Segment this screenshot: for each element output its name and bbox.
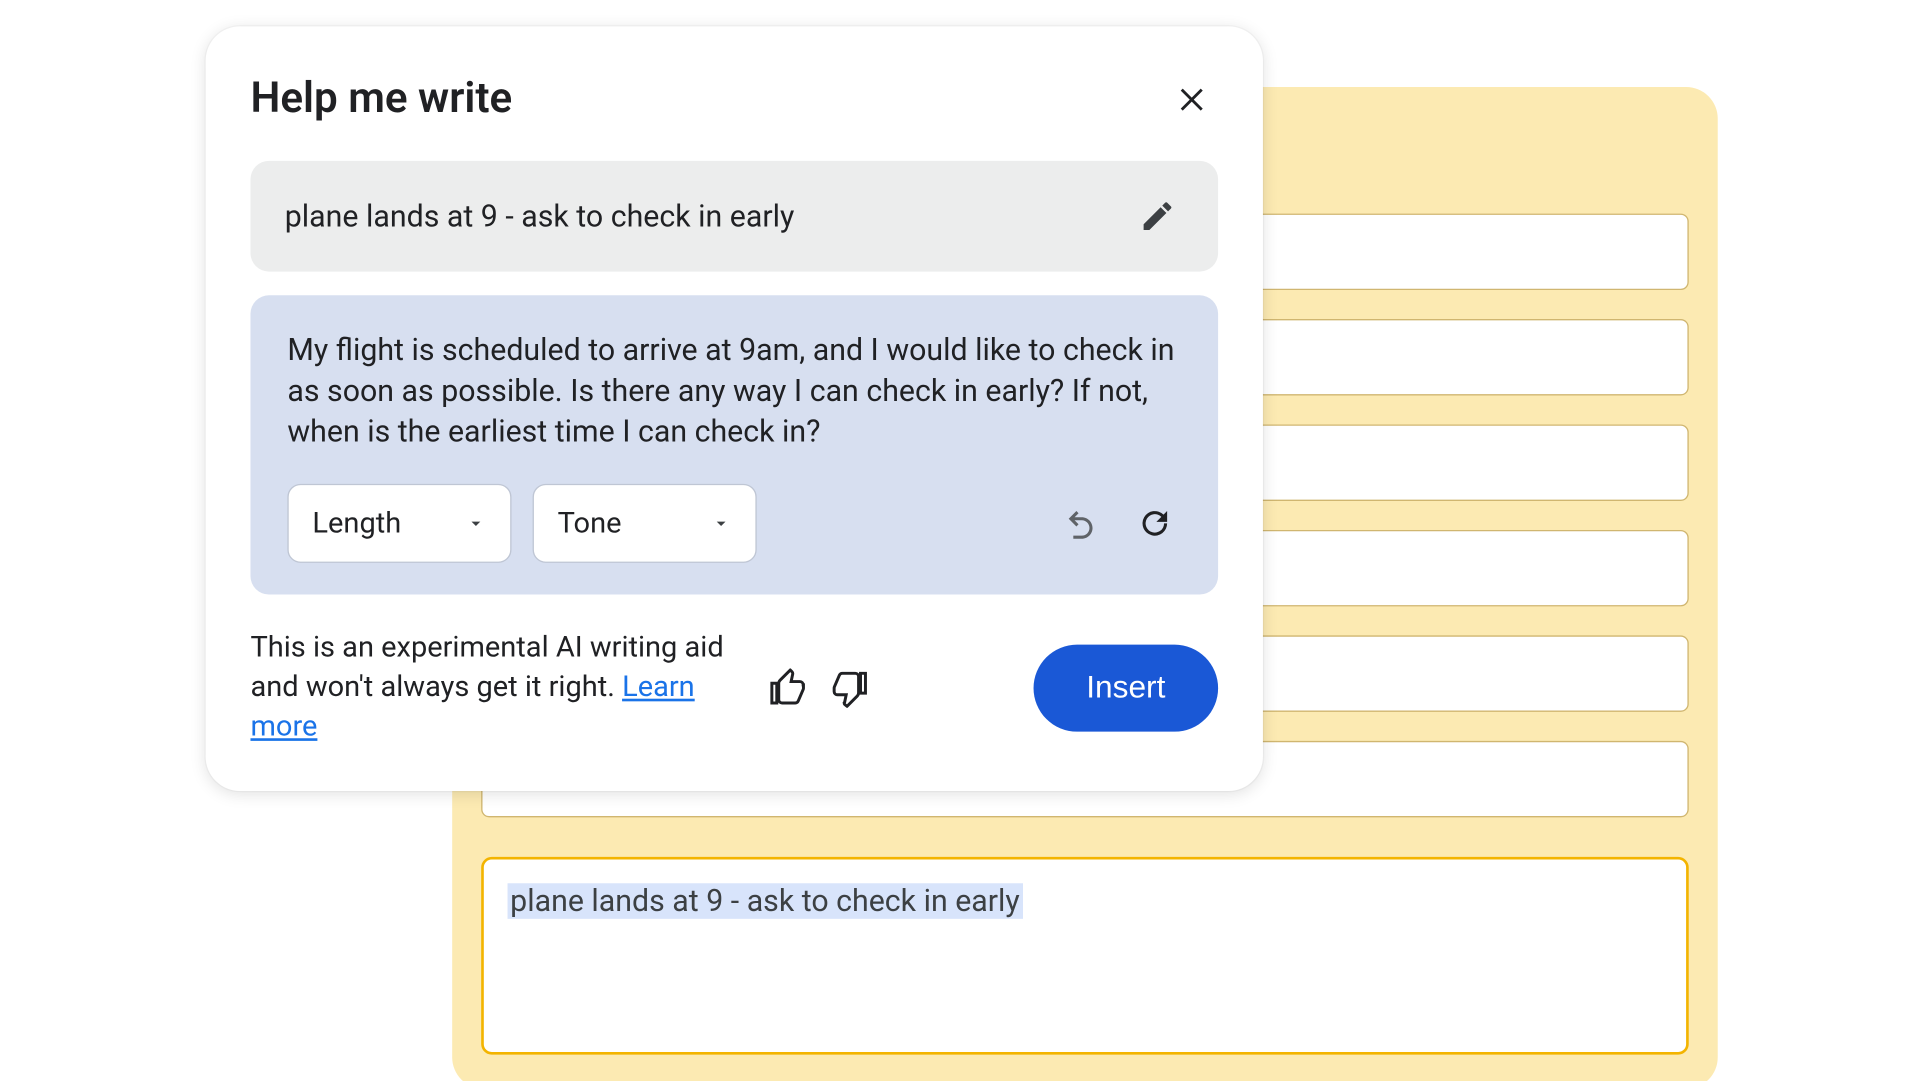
refresh-icon — [1136, 505, 1173, 542]
thumbs-up-icon — [769, 668, 809, 708]
modal-title: Help me write — [250, 73, 512, 123]
close-icon — [1175, 80, 1209, 114]
undo-icon — [1063, 505, 1100, 542]
thumbs-up-button[interactable] — [762, 661, 815, 714]
message-textarea[interactable]: plane lands at 9 - ask to check in early — [481, 857, 1689, 1055]
generated-text: My flight is scheduled to arrive at 9am,… — [287, 330, 1181, 453]
chevron-down-icon — [711, 513, 732, 534]
thumbs-down-button[interactable] — [823, 661, 876, 714]
help-me-write-modal: Help me write plane lands at 9 - ask to … — [206, 26, 1263, 791]
length-dropdown[interactable]: Length — [287, 484, 511, 563]
pencil-icon — [1139, 198, 1176, 235]
tone-dropdown-label: Tone — [558, 507, 622, 540]
edit-prompt-button[interactable] — [1131, 190, 1184, 243]
undo-button[interactable] — [1055, 497, 1108, 550]
prompt-text: plane lands at 9 - ask to check in early — [285, 198, 795, 234]
generated-result-block: My flight is scheduled to arrive at 9am,… — [250, 295, 1218, 594]
insert-button[interactable]: Insert — [1034, 644, 1219, 731]
close-button[interactable] — [1165, 71, 1218, 124]
regenerate-button[interactable] — [1128, 497, 1181, 550]
length-dropdown-label: Length — [312, 507, 401, 540]
chevron-down-icon — [465, 513, 486, 534]
disclaimer-text: This is an experimental AI writing aid a… — [250, 629, 738, 746]
prompt-block: plane lands at 9 - ask to check in early — [250, 161, 1218, 272]
message-text-selected: plane lands at 9 - ask to check in early — [508, 883, 1023, 919]
tone-dropdown[interactable]: Tone — [533, 484, 757, 563]
thumbs-down-icon — [829, 668, 869, 708]
